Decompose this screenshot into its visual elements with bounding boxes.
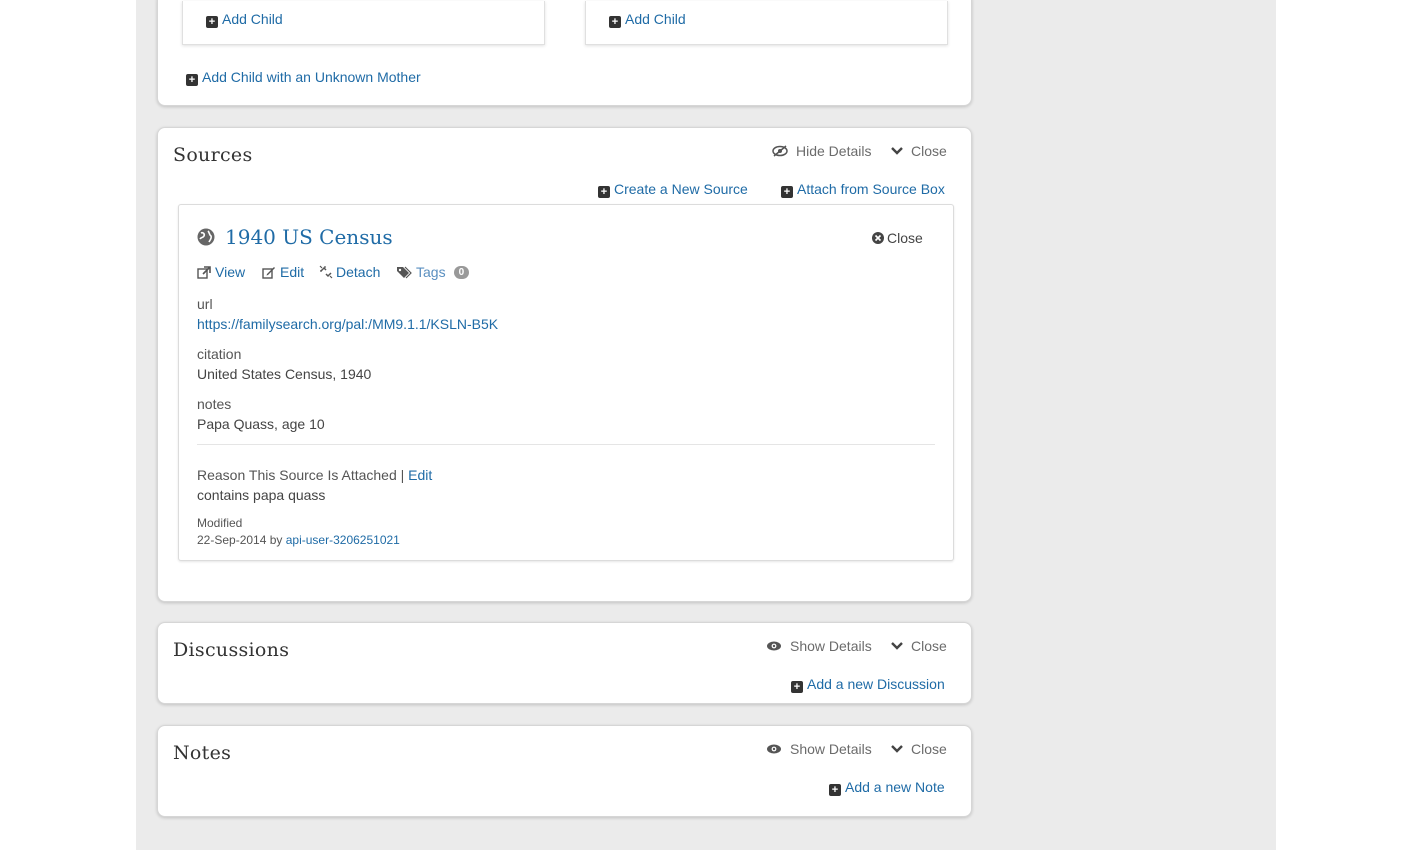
sources-close-button[interactable]: Close <box>891 143 947 159</box>
eye-icon <box>767 744 781 754</box>
plus-square-icon: + <box>186 74 198 86</box>
create-new-source-button[interactable]: + Create a New Source <box>598 181 748 198</box>
discussions-title: Discussions <box>173 639 290 661</box>
discussions-panel: Discussions Show Details Close + Add a ne… <box>157 622 972 704</box>
plus-square-icon: + <box>206 16 218 28</box>
discussions-show-details-button[interactable]: Show Details <box>766 638 872 654</box>
reason-label: Reason This Source Is Attached | <box>197 467 405 483</box>
modified-row: 22-Sep-2014 by api-user-3206251021 <box>197 533 400 547</box>
notes-close-button[interactable]: Close <box>891 741 947 757</box>
discussions-close-button[interactable]: Close <box>891 638 947 654</box>
source-card: 1940 US Census Close View Edit Detach Ta… <box>178 204 954 561</box>
reason-edit-link[interactable]: Edit <box>408 467 432 483</box>
tags-button[interactable]: Tags 0 <box>396 264 470 280</box>
add-discussion-button[interactable]: + Add a new Discussion <box>791 676 945 693</box>
citation-label: citation <box>197 346 242 362</box>
modified-user-link[interactable]: api-user-3206251021 <box>286 533 400 547</box>
detach-button[interactable]: Detach <box>319 264 380 280</box>
notes-value: Papa Quass, age 10 <box>197 416 325 432</box>
plus-square-icon: + <box>598 186 610 198</box>
edit-button[interactable]: Edit <box>262 264 304 280</box>
url-label: url <box>197 296 213 312</box>
notes-show-details-button[interactable]: Show Details <box>766 741 872 757</box>
reason-value: contains papa quass <box>197 487 326 503</box>
add-child-unknown-mother-button[interactable]: + Add Child with an Unknown Mother <box>186 69 421 86</box>
tags-icon <box>397 266 412 278</box>
hide-details-button[interactable]: Hide Details <box>772 143 871 159</box>
globe-icon <box>197 228 215 246</box>
child-card-right: + Add Child <box>585 1 948 45</box>
sources-panel: Sources Hide Details Close + Create a New… <box>157 127 972 602</box>
sources-title: Sources <box>173 144 253 166</box>
view-button[interactable]: View <box>197 264 245 280</box>
eye-slash-icon <box>772 145 788 157</box>
plus-square-icon: + <box>791 681 803 693</box>
notes-label: notes <box>197 396 232 412</box>
notes-title: Notes <box>173 742 232 764</box>
modified-label: Modified <box>197 516 243 530</box>
family-panel: + Add Child + Add Child + Add Child with an… <box>157 0 972 106</box>
reason-row: Reason This Source Is Attached | Edit <box>197 467 432 483</box>
add-note-button[interactable]: + Add a new Note <box>829 779 945 796</box>
edit-icon <box>262 266 275 279</box>
external-link-icon <box>197 265 211 279</box>
divider <box>197 444 935 445</box>
plus-square-icon: + <box>781 186 793 198</box>
plus-square-icon: + <box>609 16 621 28</box>
modified-date: 22-Sep-2014 by <box>197 533 283 547</box>
url-link[interactable]: https://familysearch.org/pal:/MM9.1.1/KS… <box>197 316 498 332</box>
source-title-link[interactable]: 1940 US Census <box>225 225 393 249</box>
times-circle-icon <box>872 232 884 244</box>
eye-icon <box>767 641 781 651</box>
unlink-icon <box>319 265 333 279</box>
attach-from-source-box-button[interactable]: + Attach from Source Box <box>781 181 945 198</box>
chevron-down-icon <box>891 147 903 155</box>
add-child-left-button[interactable]: + Add Child <box>206 11 283 28</box>
chevron-down-icon <box>891 745 903 753</box>
notes-panel: Notes Show Details Close + Add a new Note <box>157 725 972 817</box>
child-card-left: + Add Child <box>182 1 545 45</box>
citation-value: United States Census, 1940 <box>197 366 372 382</box>
plus-square-icon: + <box>829 784 841 796</box>
source-close-button[interactable]: Close <box>872 230 923 246</box>
chevron-down-icon <box>891 642 903 650</box>
tag-count-badge: 0 <box>453 265 470 279</box>
add-child-right-button[interactable]: + Add Child <box>609 11 686 28</box>
